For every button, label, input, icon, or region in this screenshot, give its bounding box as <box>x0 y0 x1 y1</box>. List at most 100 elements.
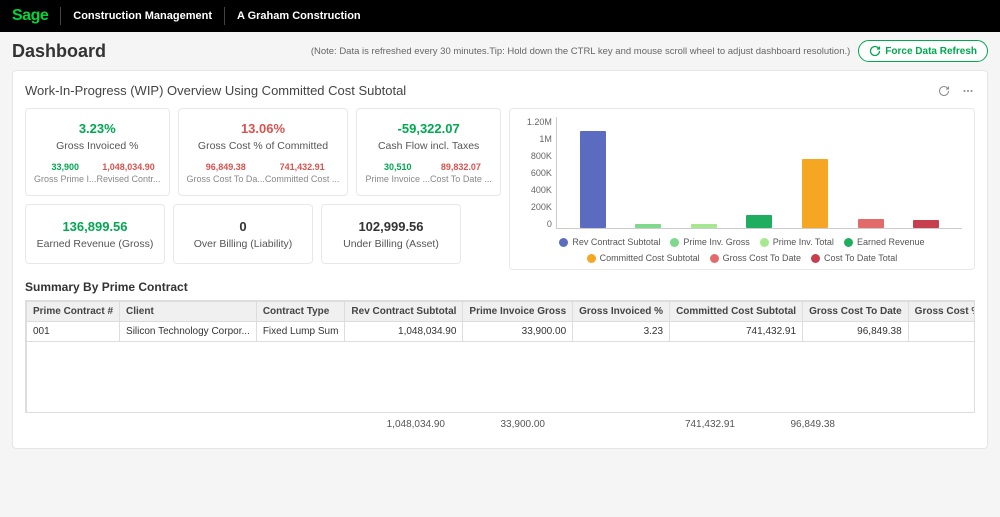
table-header[interactable]: Gross Invoiced % <box>573 302 670 322</box>
footer-committed: 741,432.91 <box>625 419 735 430</box>
kpi-sub-value: 741,432.91 <box>265 162 340 172</box>
kpi-label: Earned Revenue (Gross) <box>34 238 156 250</box>
legend-item[interactable]: Gross Cost To Date <box>710 253 801 263</box>
chart-bar[interactable] <box>858 219 884 228</box>
chart-bar[interactable] <box>802 159 828 228</box>
legend-item[interactable]: Cost To Date Total <box>811 253 897 263</box>
table-header[interactable]: Contract Type <box>256 302 345 322</box>
table-cell: 3.23 <box>573 322 670 342</box>
table-header[interactable]: Client <box>120 302 257 322</box>
kpi-value: 3.23% <box>34 121 161 136</box>
legend-item[interactable]: Earned Revenue <box>844 237 925 247</box>
logo[interactable]: Sage <box>12 7 48 25</box>
table-cell: Silicon Technology Corpor... <box>120 322 257 342</box>
kpi-sub-label: Gross Prime I... <box>34 174 97 184</box>
kpi-sub-label: Prime Invoice ... <box>365 174 430 184</box>
legend-swatch <box>710 254 719 263</box>
table-cell: 001 <box>27 322 120 342</box>
legend-label: Committed Cost Subtotal <box>600 253 700 263</box>
table-header[interactable]: Committed Cost Subtotal <box>670 302 803 322</box>
chart-bars <box>556 117 962 229</box>
kpi-sub-value: 89,832.07 <box>430 162 492 172</box>
topbar: Sage Construction Management A Graham Co… <box>0 0 1000 32</box>
kpi-sub-label: Gross Cost To Da... <box>187 174 265 184</box>
kpi-sub-label: Committed Cost ... <box>265 174 340 184</box>
kpi-value: 136,899.56 <box>34 219 156 234</box>
table-header[interactable]: Prime Invoice Gross <box>463 302 573 322</box>
page-title: Dashboard <box>12 41 106 62</box>
legend-item[interactable]: Rev Contract Subtotal <box>559 237 660 247</box>
table-row[interactable]: 001Silicon Technology Corpor...Fixed Lum… <box>27 322 976 342</box>
legend-label: Prime Inv. Total <box>773 237 834 247</box>
company-name[interactable]: A Graham Construction <box>237 10 361 22</box>
kpi-card[interactable]: 102,999.56 Under Billing (Asset) <box>321 204 461 264</box>
legend-item[interactable]: Prime Inv. Total <box>760 237 834 247</box>
chart-y-axis: 1.20M1M800K600K400K200K0 <box>522 117 556 229</box>
chart-bar[interactable] <box>580 131 606 228</box>
kpi-label: Gross Invoiced % <box>34 140 161 152</box>
panel-refresh-icon[interactable] <box>937 84 951 98</box>
module-name[interactable]: Construction Management <box>73 10 212 22</box>
subheader: Dashboard (Note: Data is refreshed every… <box>0 32 1000 70</box>
kpi-sub-value: 30,510 <box>365 162 430 172</box>
kpi-card[interactable]: 3.23% Gross Invoiced % 33,900 Gross Prime… <box>25 108 170 196</box>
table-cell: 33,900.00 <box>463 322 573 342</box>
kpi-card[interactable]: 136,899.56 Earned Revenue (Gross) <box>25 204 165 264</box>
kpi-sub-label: Cost To Date ... <box>430 174 492 184</box>
kpi-card[interactable]: 13.06% Gross Cost % of Committed 96,849.… <box>178 108 349 196</box>
table-cell: 741,432.91 <box>670 322 803 342</box>
separator <box>224 7 225 25</box>
legend-label: Gross Cost To Date <box>723 253 801 263</box>
footer-gross-cost: 96,849.38 <box>735 419 835 430</box>
kpi-sub-value: 33,900 <box>34 162 97 172</box>
kpi-value: 102,999.56 <box>330 219 452 234</box>
chart-legend: Rev Contract Subtotal Prime Inv. Gross Pri… <box>522 237 962 263</box>
kpi-value: 13.06% <box>187 121 340 136</box>
kpi-value: -59,322.07 <box>365 121 491 136</box>
kpi-value: 0 <box>182 219 304 234</box>
chart-bar[interactable] <box>635 224 661 228</box>
table-header[interactable]: Gross Cost % of Committed <box>908 302 975 322</box>
legend-swatch <box>844 238 853 247</box>
separator <box>60 7 61 25</box>
kpi-sub-value: 1,048,034.90 <box>97 162 161 172</box>
summary-chart: 1.20M1M800K600K400K200K0 Rev Contract Su… <box>509 108 975 270</box>
summary-table: Prime Contract #ClientContract TypeRev C… <box>26 301 975 412</box>
table-cell: 96,849.38 <box>803 322 909 342</box>
table-header[interactable]: Prime Contract # <box>27 302 120 322</box>
legend-label: Prime Inv. Gross <box>683 237 749 247</box>
kpi-card[interactable]: -59,322.07 Cash Flow incl. Taxes 30,510P… <box>356 108 500 196</box>
kpi-label: Over Billing (Liability) <box>182 238 304 250</box>
chart-bar[interactable] <box>691 224 717 228</box>
table-header[interactable]: Gross Cost To Date <box>803 302 909 322</box>
table-footer: 1,048,034.90 33,900.00 741,432.91 96,849… <box>25 413 975 436</box>
refresh-icon <box>869 45 881 57</box>
kpi-sub-value: 96,849.38 <box>187 162 265 172</box>
force-refresh-button[interactable]: Force Data Refresh <box>858 40 988 62</box>
panel-more-icon[interactable] <box>961 84 975 98</box>
legend-label: Earned Revenue <box>857 237 925 247</box>
table-cell: 1,048,034.90 <box>345 322 463 342</box>
wip-panel: Work-In-Progress (WIP) Overview Using Co… <box>12 70 988 449</box>
chart-bar[interactable] <box>913 220 939 228</box>
table-cell: 13.06 <box>908 322 975 342</box>
table-title: Summary By Prime Contract <box>25 280 975 294</box>
refresh-label: Force Data Refresh <box>885 46 977 57</box>
refresh-note: (Note: Data is refreshed every 30 minute… <box>311 46 850 57</box>
legend-swatch <box>760 238 769 247</box>
chart-bar[interactable] <box>746 215 772 228</box>
legend-swatch <box>811 254 820 263</box>
kpi-card[interactable]: 0 Over Billing (Liability) <box>173 204 313 264</box>
legend-item[interactable]: Prime Inv. Gross <box>670 237 749 247</box>
summary-table-wrap[interactable]: Prime Contract #ClientContract TypeRev C… <box>25 300 975 413</box>
table-header-row: Prime Contract #ClientContract TypeRev C… <box>27 302 976 322</box>
legend-swatch <box>587 254 596 263</box>
kpi-label: Gross Cost % of Committed <box>187 140 340 152</box>
legend-swatch <box>670 238 679 247</box>
legend-item[interactable]: Committed Cost Subtotal <box>587 253 700 263</box>
kpi-row-1: 3.23% Gross Invoiced % 33,900 Gross Prime… <box>25 108 975 270</box>
legend-label: Rev Contract Subtotal <box>572 237 660 247</box>
kpi-label: Under Billing (Asset) <box>330 238 452 250</box>
table-header[interactable]: Rev Contract Subtotal <box>345 302 463 322</box>
footer-prime-gross: 33,900.00 <box>445 419 545 430</box>
